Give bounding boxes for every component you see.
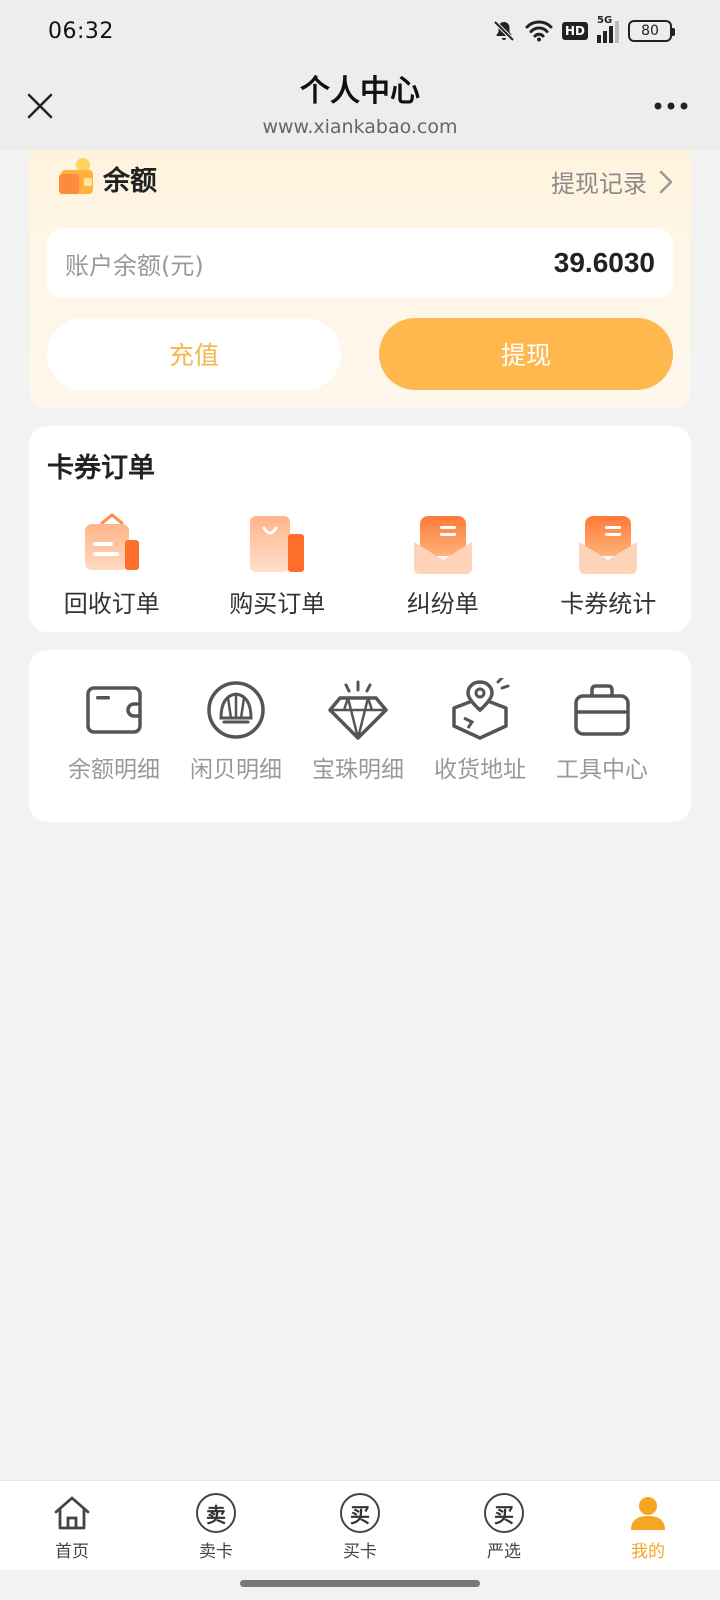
tab-label-active: 我的 — [631, 1542, 665, 1562]
close-button[interactable] — [18, 84, 62, 128]
orders-grid: 回收订单 购买订单 纠纷单 卡券统计 — [29, 512, 691, 619]
shopping-bag-icon — [250, 516, 305, 572]
order-item-recycle[interactable]: 回收订单 — [29, 512, 195, 619]
user-icon — [626, 1491, 670, 1535]
tab-mine[interactable]: 我的 — [576, 1481, 720, 1570]
tab-home[interactable]: 首页 — [0, 1481, 144, 1570]
more-button[interactable] — [646, 84, 696, 128]
home-indicator[interactable] — [240, 1580, 480, 1587]
recycle-order-icon — [84, 513, 139, 570]
bottom-tab-bar: 首页 卖 卖卡 买 买卡 买 严选 我的 — [0, 1480, 720, 1570]
order-item-dispute[interactable]: 纠纷单 — [360, 512, 526, 619]
buy-glyph-icon: 买 — [338, 1491, 382, 1535]
battery-indicator: 80 — [628, 20, 675, 42]
page-title: 个人中心 — [300, 74, 420, 109]
tool-item-address[interactable]: 收货地址 — [419, 678, 541, 784]
signal-icon: 5G — [597, 15, 619, 43]
tab-label: 首页 — [55, 1542, 89, 1562]
tool-label: 余额明细 — [68, 757, 160, 783]
wallet-icon — [86, 686, 142, 734]
orders-title: 卡券订单 — [47, 453, 155, 484]
orders-card: 卡券订单 回收订单 购买订单 纠纷单 卡券统计 — [29, 426, 691, 632]
toolbox-icon — [574, 684, 630, 736]
order-label: 卡券统计 — [560, 590, 657, 618]
envelope-stats-icon — [579, 516, 638, 574]
address-box-icon — [452, 678, 510, 740]
hd-badge: HD — [561, 22, 588, 40]
close-icon — [27, 93, 53, 119]
order-item-stats[interactable]: 卡券统计 — [526, 512, 692, 619]
tools-card: 余额明细 闲贝明细 宝珠明细 收货地址 工具中心 — [29, 650, 691, 822]
account-balance-label: 账户余额(元) — [65, 251, 204, 280]
buy-glyph: 买 — [340, 1493, 380, 1533]
withdraw-button[interactable]: 提现 — [379, 318, 673, 390]
home-icon — [50, 1491, 94, 1535]
page-url: www.xiankabao.com — [262, 116, 458, 138]
status-time: 06:32 — [48, 18, 114, 44]
order-item-purchase[interactable]: 购买订单 — [195, 512, 361, 619]
tool-label: 收货地址 — [434, 757, 526, 783]
account-balance-value: 39.6030 — [553, 247, 655, 278]
tab-sell-card[interactable]: 卖 卖卡 — [144, 1481, 288, 1570]
tab-selection[interactable]: 买 严选 — [432, 1481, 576, 1570]
tab-label: 卖卡 — [199, 1542, 233, 1562]
wallet-coin-icon — [59, 158, 93, 194]
selection-glyph: 买 — [484, 1493, 524, 1533]
tool-label: 闲贝明细 — [190, 757, 282, 783]
wifi-icon — [525, 20, 553, 42]
diamond-icon — [328, 680, 388, 740]
bell-muted-icon — [493, 20, 515, 42]
order-label: 纠纷单 — [406, 590, 479, 618]
status-bar: 06:32 HD 5G 80 — [0, 0, 720, 62]
status-icons: HD 5G 80 — [492, 15, 675, 43]
account-balance-box: 账户余额(元) 39.6030 — [47, 228, 673, 298]
sell-glyph-icon: 卖 — [194, 1491, 238, 1535]
balance-card: 余额 提现记录 账户余额(元) 39.6030 充值 提现 — [29, 150, 691, 408]
withdraw-record-label: 提现记录 — [551, 170, 647, 198]
envelope-icon — [413, 516, 472, 574]
tool-label: 宝珠明细 — [312, 757, 404, 783]
sell-glyph: 卖 — [196, 1493, 236, 1533]
tab-buy-card[interactable]: 买 买卡 — [288, 1481, 432, 1570]
tab-label: 严选 — [487, 1542, 521, 1562]
order-label: 回收订单 — [63, 590, 160, 618]
tool-item-pearl-detail[interactable]: 宝珠明细 — [297, 678, 419, 784]
tool-item-balance-detail[interactable]: 余额明细 — [53, 678, 175, 784]
selection-glyph-icon: 买 — [482, 1491, 526, 1535]
network-type: 5G — [597, 15, 613, 26]
title-block: 个人中心 www.xiankabao.com — [160, 72, 560, 140]
recharge-button[interactable]: 充值 — [47, 318, 341, 390]
tab-label: 买卡 — [343, 1542, 377, 1562]
tool-item-tool-center[interactable]: 工具中心 — [541, 678, 663, 784]
more-dots-icon — [654, 102, 688, 110]
chevron-right-icon — [659, 170, 673, 193]
withdraw-record-link[interactable]: 提现记录 — [551, 164, 673, 199]
balance-title: 余额 — [103, 165, 157, 197]
shell-icon — [207, 681, 265, 739]
tools-grid: 余额明细 闲贝明细 宝珠明细 收货地址 工具中心 — [53, 678, 663, 784]
tool-label: 工具中心 — [556, 757, 648, 783]
balance-header: 余额 — [57, 156, 157, 200]
title-bar: 个人中心 www.xiankabao.com — [0, 62, 720, 150]
order-label: 购买订单 — [229, 590, 326, 618]
tool-item-shell-detail[interactable]: 闲贝明细 — [175, 678, 297, 784]
